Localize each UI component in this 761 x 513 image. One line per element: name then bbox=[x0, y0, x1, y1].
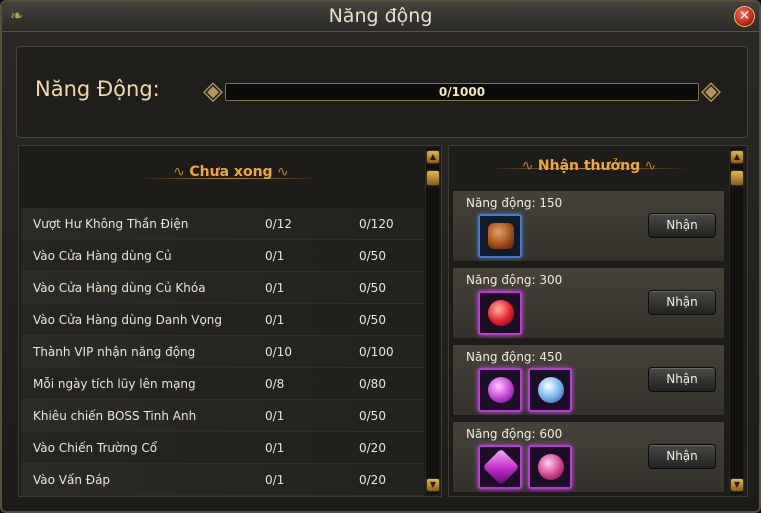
claim-button[interactable]: Nhận bbox=[648, 444, 716, 469]
scroll-thumb[interactable] bbox=[426, 170, 440, 186]
task-row: Vào Cửa Hàng dùng Củ 0/1 0/50 bbox=[21, 240, 424, 272]
task-points: 0/50 bbox=[359, 281, 386, 295]
claim-button[interactable]: Nhận bbox=[648, 290, 716, 315]
task-points: 0/50 bbox=[359, 409, 386, 423]
task-name: Khiêu chiến BOSS Tinh Anh bbox=[33, 409, 197, 423]
task-name: Vào Cửa Hàng dùng Củ bbox=[33, 249, 172, 263]
task-name: Mỗi ngày tích lũy lên mạng bbox=[33, 377, 196, 391]
reward-threshold: Năng động: 600 bbox=[466, 427, 563, 441]
task-progress: 0/8 bbox=[265, 377, 285, 391]
rewards-panel: ∿ Nhận thưởng ∿ Năng động: 150 Nhận Năng… bbox=[448, 145, 748, 497]
task-name: Vào Cửa Hàng dùng Củ Khóa bbox=[33, 281, 206, 295]
window-title: Năng động bbox=[328, 5, 433, 27]
bag-item-icon[interactable] bbox=[478, 214, 522, 258]
close-button[interactable]: ✕ bbox=[734, 6, 755, 27]
reward-card: Năng động: 300 Nhận bbox=[452, 267, 725, 339]
bar-ornament-right-icon: ◈ bbox=[701, 76, 721, 106]
swirl-left-icon: ∿ bbox=[173, 164, 190, 180]
scroll-up-button[interactable]: ▲ bbox=[426, 150, 440, 164]
task-progress: 0/1 bbox=[265, 281, 285, 295]
tasks-header: ∿ Chưa xong ∿ bbox=[19, 164, 443, 180]
swirl-left-icon: ∿ bbox=[521, 158, 538, 174]
task-row: Vào Cửa Hàng dùng Củ Khóa 0/1 0/50 bbox=[21, 272, 424, 304]
scroll-thumb[interactable] bbox=[730, 170, 744, 186]
swirl-right-icon: ∿ bbox=[640, 158, 657, 174]
rewards-title: Nhận thưởng bbox=[537, 158, 641, 174]
task-name: Thành VIP nhận năng động bbox=[33, 345, 196, 359]
purple-gem-icon[interactable] bbox=[478, 445, 522, 489]
task-list: Vượt Hư Không Thần Điện 0/12 0/120 Vào Cửa… bbox=[21, 208, 424, 496]
reward-card: Năng động: 450 Nhận bbox=[452, 344, 725, 416]
task-progress: 0/10 bbox=[265, 345, 292, 359]
scroll-up-button[interactable]: ▲ bbox=[730, 150, 744, 164]
task-row: Vào Chiến Trường Cổ 0/1 0/20 bbox=[21, 432, 424, 464]
task-points: 0/20 bbox=[359, 473, 386, 487]
swirl-right-icon: ∿ bbox=[272, 164, 289, 180]
claim-button[interactable]: Nhận bbox=[648, 367, 716, 392]
reward-card: Năng động: 600 Nhận bbox=[452, 421, 725, 493]
claim-button[interactable]: Nhận bbox=[648, 213, 716, 238]
title-bar[interactable]: ❧ Năng động ✕ bbox=[2, 2, 759, 32]
task-progress: 0/1 bbox=[265, 249, 285, 263]
rewards-scrollbar[interactable]: ▲ ▼ bbox=[729, 148, 744, 494]
task-name: Vào Cửa Hàng dùng Danh Vọng bbox=[33, 313, 223, 327]
task-row: Khiêu chiến BOSS Tinh Anh 0/1 0/50 bbox=[21, 400, 424, 432]
ice-orb-icon[interactable] bbox=[528, 368, 572, 412]
scroll-down-button[interactable]: ▼ bbox=[730, 478, 744, 492]
task-points: 0/80 bbox=[359, 377, 386, 391]
task-row: Vượt Hư Không Thần Điện 0/12 0/120 bbox=[21, 208, 424, 240]
task-points: 0/20 bbox=[359, 441, 386, 455]
scroll-down-button[interactable]: ▼ bbox=[426, 478, 440, 492]
reward-threshold: Năng động: 300 bbox=[466, 273, 563, 287]
task-progress: 0/1 bbox=[265, 409, 285, 423]
task-points: 0/50 bbox=[359, 249, 386, 263]
task-progress: 0/12 bbox=[265, 217, 292, 231]
task-row: Thành VIP nhận năng động 0/10 0/100 bbox=[21, 336, 424, 368]
task-progress: 0/1 bbox=[265, 473, 285, 487]
progress-track: 0/1000 bbox=[225, 83, 699, 101]
reward-threshold: Năng động: 450 bbox=[466, 350, 563, 364]
task-progress: 0/1 bbox=[265, 441, 285, 455]
tasks-scrollbar[interactable]: ▲ ▼ bbox=[425, 148, 440, 494]
progress-label: Năng Động: bbox=[35, 77, 160, 101]
tasks-title: Chưa xong bbox=[189, 164, 273, 180]
red-orb-icon[interactable] bbox=[478, 291, 522, 335]
task-row: Vào Cửa Hàng dùng Danh Vọng 0/1 0/50 bbox=[21, 304, 424, 336]
task-name: Vào Vấn Đáp bbox=[33, 473, 111, 487]
task-points: 0/100 bbox=[359, 345, 394, 359]
reward-list: Năng động: 150 Nhận Năng động: 300 Nhận … bbox=[452, 190, 725, 498]
task-points: 0/120 bbox=[359, 217, 394, 231]
progress-bar: ◈ 0/1000 ◈ bbox=[203, 77, 721, 107]
violet-orb-icon[interactable] bbox=[478, 368, 522, 412]
bar-ornament-left-icon: ◈ bbox=[203, 76, 223, 106]
progress-text: 0/1000 bbox=[438, 85, 486, 99]
task-name: Vào Chiến Trường Cổ bbox=[33, 441, 158, 455]
rewards-header: ∿ Nhận thưởng ∿ bbox=[449, 158, 729, 174]
reward-card: Năng động: 150 Nhận bbox=[452, 190, 725, 262]
task-progress: 0/1 bbox=[265, 313, 285, 327]
nang-dong-window: ❧ Năng động ✕ Năng Động: ◈ 0/1000 ◈ ∿ Ch… bbox=[0, 0, 761, 513]
task-row: Vào Vấn Đáp 0/1 0/20 bbox=[21, 464, 424, 496]
task-row: Mỗi ngày tích lũy lên mạng 0/8 0/80 bbox=[21, 368, 424, 400]
reward-threshold: Năng động: 150 bbox=[466, 196, 563, 210]
task-points: 0/50 bbox=[359, 313, 386, 327]
tasks-panel: ∿ Chưa xong ∿ Vượt Hư Không Thần Điện 0/1… bbox=[18, 145, 442, 497]
pink-orb-icon[interactable] bbox=[528, 445, 572, 489]
task-name: Vượt Hư Không Thần Điện bbox=[33, 217, 189, 231]
progress-panel: Năng Động: ◈ 0/1000 ◈ bbox=[16, 46, 748, 138]
